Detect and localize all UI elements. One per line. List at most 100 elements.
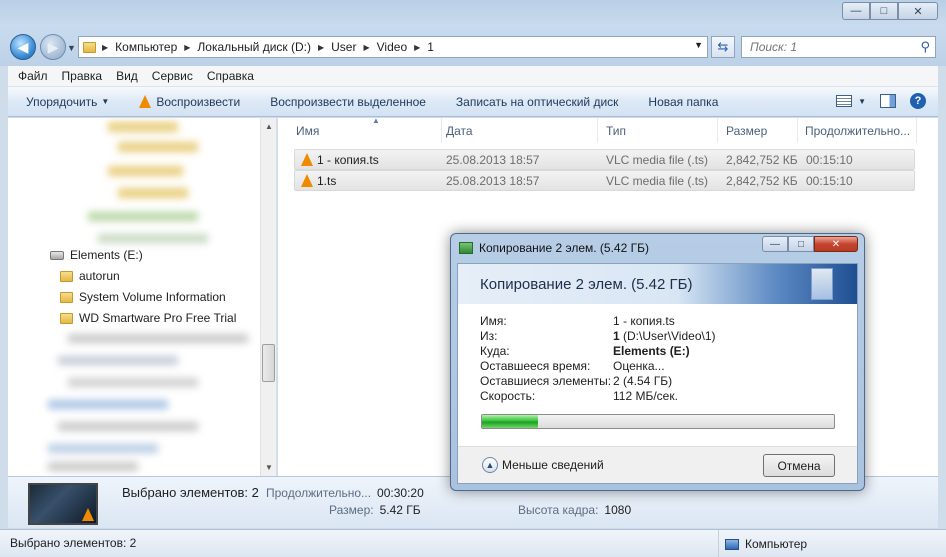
breadcrumb-item[interactable]: Компьютер (115, 40, 177, 54)
forward-button[interactable]: ▶ (40, 34, 66, 60)
dialog-banner: Копирование 2 элем. (5.42 ГБ) (458, 264, 857, 304)
computer-icon (725, 538, 739, 550)
new-folder-button[interactable]: Новая папка (648, 95, 718, 109)
play-selected-button[interactable]: Воспроизвести выделенное (270, 95, 426, 109)
blurred-folder (108, 122, 178, 132)
blurred-item (68, 378, 198, 387)
detail-value: 1080 (604, 503, 632, 517)
navigation-pane: Elements (E:) autorun System Volume Info… (8, 118, 277, 476)
cancel-label: Отмена (777, 458, 821, 473)
search-box[interactable]: ⚲ (741, 36, 936, 58)
column-label: Дата (446, 123, 473, 138)
chevron-right-icon[interactable]: ▶ (184, 43, 190, 52)
drive-label: Elements (E:) (70, 248, 143, 262)
menu-bar: Файл Правка Вид Сервис Справка (8, 66, 938, 87)
scroll-thumb[interactable] (262, 344, 275, 382)
copy-icon (459, 242, 473, 254)
address-dropdown[interactable]: ▼ (694, 40, 703, 50)
copy-animation-icon (811, 268, 833, 300)
menu-file[interactable]: Файл (18, 69, 48, 83)
breadcrumb-item[interactable]: 1 (427, 40, 434, 54)
scroll-down-icon[interactable]: ▼ (265, 463, 273, 472)
copy-detail-value-bold: 1 (613, 329, 620, 343)
breadcrumb: Компьютер ▶ Локальный диск (D:) ▶ User ▶ Video… (115, 40, 441, 54)
copy-detail-label: Имя: (480, 314, 507, 328)
status-zone: Компьютер (718, 530, 807, 557)
chevron-right-icon[interactable]: ▶ (414, 43, 420, 52)
blurred-item (58, 422, 198, 431)
burn-button[interactable]: Записать на оптический диск (456, 95, 619, 109)
help-icon[interactable]: ? (910, 93, 926, 109)
dialog-maximize-button[interactable]: □ (788, 236, 814, 252)
chevron-right-icon[interactable]: ▶ (363, 43, 369, 52)
menu-tools[interactable]: Сервис (152, 69, 193, 83)
recent-pages-dropdown[interactable]: ▼ (67, 43, 76, 53)
organize-button[interactable]: Упорядочить ▼ (26, 95, 109, 109)
less-details-label: Меньше сведений (502, 458, 604, 472)
drive-elements[interactable]: Elements (E:) (50, 248, 143, 262)
column-name[interactable]: ▲ Имя (288, 116, 442, 143)
views-dropdown-icon[interactable]: ▼ (858, 97, 866, 106)
play-button[interactable]: Воспроизвести (139, 95, 240, 109)
selected-count-text: Выбрано элементов: 2 (122, 485, 259, 500)
vlc-cone-icon (82, 508, 94, 521)
table-row[interactable]: 1 - копия.ts 25.08.2013 18:57 VLC media … (294, 149, 915, 170)
column-duration[interactable]: Продолжительно... (797, 118, 917, 143)
column-type[interactable]: Тип (598, 118, 718, 143)
cancel-button[interactable]: Отмена (763, 454, 835, 477)
blurred-item (48, 400, 168, 409)
scroll-up-icon[interactable]: ▲ (265, 122, 273, 131)
folder-icon (60, 291, 73, 303)
chevron-right-icon[interactable]: ▶ (102, 43, 108, 52)
organize-label: Упорядочить (26, 94, 98, 109)
address-bar[interactable]: ▶ Компьютер ▶ Локальный диск (D:) ▶ User ▶ Vid… (78, 36, 708, 58)
breadcrumb-item[interactable]: User (331, 40, 356, 54)
less-details-button[interactable]: ▲ Меньше сведений (482, 457, 604, 473)
arrow-right-icon: ▶ (47, 38, 59, 55)
views-icon[interactable] (836, 95, 853, 107)
copy-detail-value: 112 МБ/сек. (613, 389, 678, 403)
maximize-button[interactable]: □ (870, 2, 898, 20)
search-icon[interactable]: ⚲ (920, 39, 930, 55)
folder-label: WD Smartware Pro Free Trial (79, 311, 237, 325)
column-size[interactable]: Размер (718, 118, 798, 143)
dialog-minimize-button[interactable]: — (762, 236, 788, 252)
file-date: 25.08.2013 18:57 (446, 174, 540, 188)
nav-folder-system-volume[interactable]: System Volume Information (60, 290, 226, 304)
video-thumbnail (28, 483, 98, 525)
file-size: 2,842,752 КБ (726, 153, 798, 167)
dialog-footer: ▲ Меньше сведений Отмена (458, 446, 857, 483)
chevron-down-icon: ▼ (101, 97, 110, 106)
blurred-folder (108, 166, 183, 176)
copy-detail-value: Elements (E:) (613, 344, 690, 358)
close-button[interactable]: ✕ (898, 2, 938, 20)
breadcrumb-item[interactable]: Локальный диск (D:) (197, 40, 311, 54)
minimize-button[interactable]: — (842, 2, 870, 20)
dialog-close-button[interactable]: ✕ (814, 236, 858, 252)
column-label: Тип (606, 123, 627, 138)
menu-help[interactable]: Справка (207, 69, 254, 83)
selected-count: Выбрано элементов: 2 (122, 485, 259, 500)
file-type: VLC media file (.ts) (606, 174, 709, 188)
breadcrumb-item[interactable]: Video (377, 40, 407, 54)
file-duration: 00:15:10 (806, 153, 853, 167)
file-date: 25.08.2013 18:57 (446, 153, 540, 167)
nav-scrollbar[interactable]: ▲ ▼ (260, 118, 276, 476)
menu-edit[interactable]: Правка (62, 69, 103, 83)
table-row[interactable]: 1.ts 25.08.2013 18:57 VLC media file (.t… (294, 170, 915, 191)
play-label: Воспроизвести (156, 94, 241, 109)
vlc-file-icon (301, 153, 313, 166)
back-button[interactable]: ◀ (10, 34, 36, 60)
search-input[interactable] (750, 40, 910, 54)
refresh-button[interactable]: ⇆ (711, 36, 735, 58)
chevron-right-icon[interactable]: ▶ (318, 43, 324, 52)
menu-view[interactable]: Вид (116, 69, 138, 83)
blurred-item (58, 356, 178, 365)
column-date[interactable]: Дата (438, 118, 598, 143)
nav-folder-autorun[interactable]: autorun (60, 269, 120, 283)
preview-pane-icon[interactable] (880, 94, 896, 108)
nav-folder-wd-smartware[interactable]: WD Smartware Pro Free Trial (60, 311, 236, 325)
column-label: Размер (726, 123, 768, 138)
copy-detail-label: Куда: (480, 344, 510, 358)
copy-detail-label: Из: (480, 329, 498, 343)
